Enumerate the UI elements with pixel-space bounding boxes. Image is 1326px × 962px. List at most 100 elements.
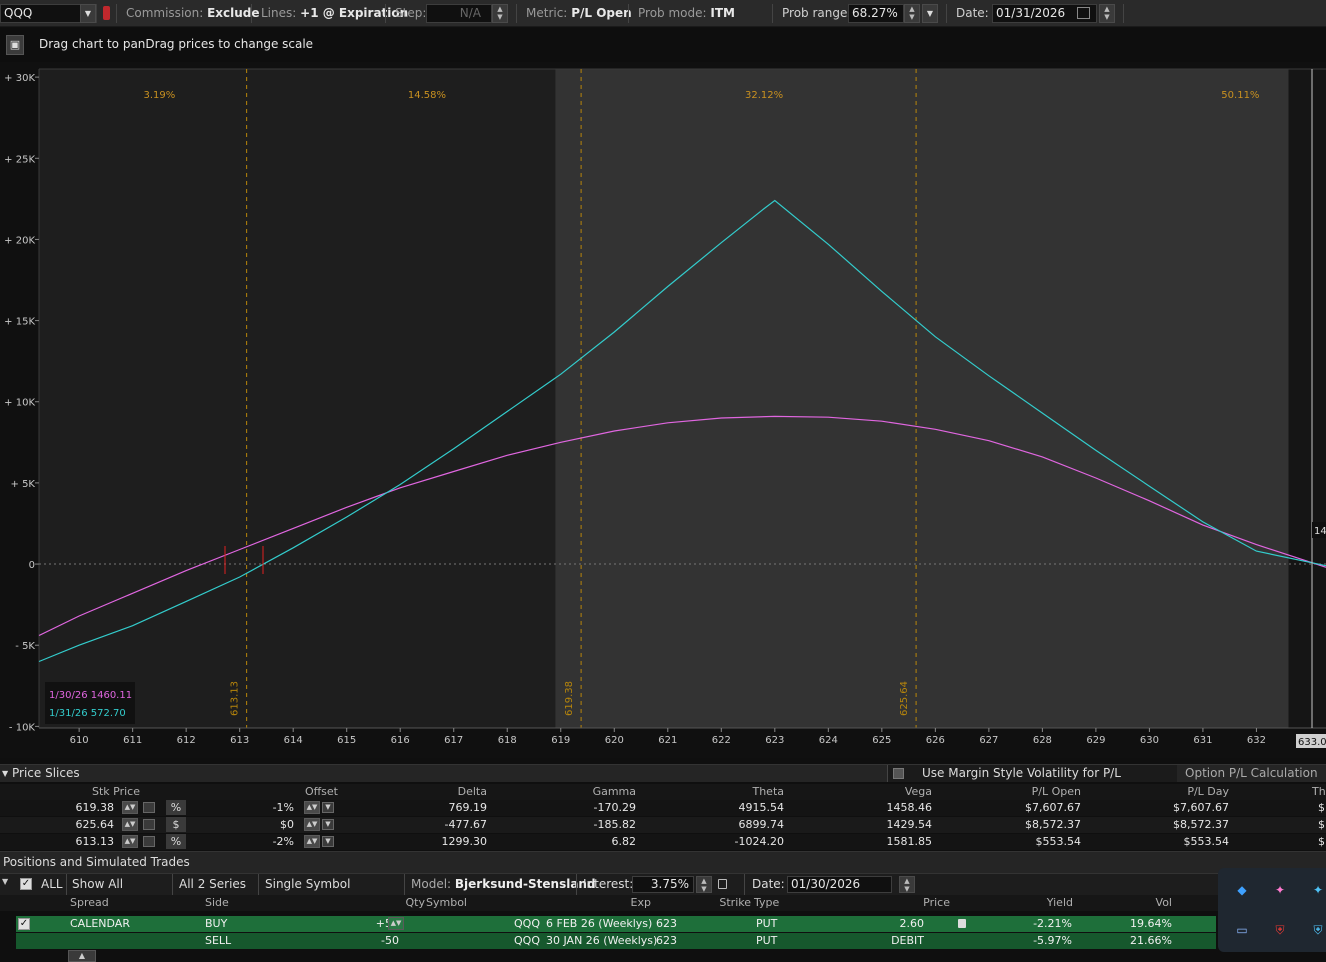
margin-checkbox[interactable] — [893, 768, 904, 779]
prob-range-input[interactable]: 68.27% — [848, 4, 904, 23]
offset-spinner[interactable]: ▲▼ — [304, 818, 320, 831]
model-setting[interactable]: Model: Bjerksund-Stensland — [404, 874, 596, 895]
positions-header-row: Spread Side Qty Symbol Exp Strike Type P… — [0, 895, 1326, 911]
collapse-icon[interactable]: ▼ — [2, 877, 8, 886]
security-shield-icon[interactable]: ⛨ — [1272, 922, 1288, 938]
positions-header[interactable]: Positions and Simulated Trades — [0, 851, 1326, 873]
lock-icon[interactable] — [143, 802, 155, 813]
position-leg-row[interactable]: CALENDARBUY+50QQQ6 FEB 26 (Weeklys)623PU… — [16, 916, 1216, 932]
price-cell: 2.60 — [899, 917, 925, 930]
y-tick-label: + 25K — [4, 154, 35, 165]
vega-cell: 1429.54 — [886, 818, 933, 831]
stock-price-spinner[interactable]: ▲▼ — [122, 801, 138, 814]
price-slices-title: Price Slices — [12, 766, 80, 780]
position-checkbox[interactable]: ✓ — [18, 918, 30, 930]
price-slices-header[interactable]: ▼ Price Slices Use Margin Style Volatili… — [0, 764, 1326, 797]
price-slices-header-row: Stk Price Offset Delta Gamma Theta Vega … — [0, 784, 1326, 800]
offset-dropdown[interactable]: ▼ — [322, 819, 334, 830]
x-tick-label: 620 — [605, 735, 624, 746]
x-tick-label: 625 — [872, 735, 891, 746]
prob-mode-setting[interactable]: Prob mode: ITM — [638, 0, 735, 27]
stock-price-cell: 619.38 — [75, 801, 115, 814]
copilot-icon[interactable]: ✦ — [1272, 882, 1288, 898]
stock-price-spinner[interactable]: ▲▼ — [122, 818, 138, 831]
symbol-dropdown-button[interactable]: ▼ — [80, 4, 96, 23]
offset-dropdown[interactable]: ▼ — [322, 802, 334, 813]
type-cell: PUT — [756, 917, 778, 930]
position-leg-row[interactable]: SELL -50 QQQ 30 JAN 26 (Weeklys) 623 PUT DEBIT… — [16, 933, 1216, 949]
y-tick-label: 0 — [29, 560, 35, 571]
risk-profile-chart[interactable]: 3.19% 14.58% 32.12% 50.11% 613.13 619.38 625.… — [0, 62, 1326, 758]
offset-spinner[interactable]: ▲▼ — [304, 801, 320, 814]
offset-mode-button[interactable]: % — [166, 800, 186, 815]
calendar-icon[interactable] — [1077, 7, 1090, 19]
chart-hint: Drag chart to panDrag prices to change s… — [39, 37, 314, 51]
app-icon-blue[interactable]: ◆ — [1234, 882, 1250, 898]
gamma-cell: 6.82 — [611, 835, 637, 848]
positions-date-input[interactable]: 01/30/2026 — [787, 876, 892, 893]
commission-setting[interactable]: Commission: Exclude — [126, 0, 260, 27]
metric-setting[interactable]: Metric: P/L Open — [526, 0, 632, 27]
interest-label: Interest: — [576, 874, 633, 895]
interest-spinner[interactable]: ▲ ▼ — [696, 876, 712, 893]
x-tick-label: 611 — [123, 735, 142, 746]
lock-icon[interactable] — [143, 819, 155, 830]
offset-spinner[interactable]: ▲▼ — [304, 835, 320, 848]
price-slice-row[interactable]: 613.13% -2% 1299.30 6.82 -1024.20 1581.85 $553… — [0, 834, 1326, 850]
delta-cell: 769.19 — [448, 801, 488, 814]
offset-mode-button[interactable]: % — [166, 834, 186, 849]
select-all-checkbox[interactable]: ✓ — [20, 878, 32, 890]
lock-icon[interactable] — [718, 879, 727, 889]
price-slice-row[interactable]: 619.38% -1% 769.19 -170.29 4915.54 1458.46 $7,… — [0, 800, 1326, 816]
step-input[interactable]: N/A — [426, 4, 492, 23]
expiration-cell: 30 JAN 26 (Weeklys) — [546, 934, 658, 947]
lines-setting[interactable]: Lines: +1 @ Expiration — [261, 0, 408, 27]
series-readout: 1/31/26 572.70 — [49, 708, 126, 719]
x-tick-label: 617 — [444, 735, 463, 746]
prob-range-spinner[interactable]: ▲ ▼ — [904, 4, 920, 23]
offset-cell: -2% — [272, 835, 294, 848]
collapse-icon[interactable]: ▼ — [2, 765, 8, 782]
offset-dropdown[interactable]: ▼ — [322, 836, 334, 847]
x-tick-label: 622 — [712, 735, 731, 746]
defender-icon[interactable]: ⛨ — [1310, 922, 1326, 938]
zone-probability-label: 14.58% — [408, 90, 446, 101]
prob-range-dropdown[interactable]: ▼ — [922, 4, 938, 23]
price-slice-label: 613.13 — [230, 681, 241, 716]
price-slice-row[interactable]: 625.64 $ $0 -477.67 -185.82 6899.74 1429.54 $8,… — [0, 817, 1326, 833]
y-tick-label: + 10K — [4, 398, 35, 409]
x-tick-label: 629 — [1086, 735, 1105, 746]
lock-icon[interactable] — [143, 836, 155, 847]
series-readout: 1/30/26 1460.11 — [49, 690, 132, 701]
x-tick-label: 618 — [498, 735, 517, 746]
divider — [772, 4, 773, 23]
y-tick-label: + 20K — [4, 235, 35, 246]
price-lock-icon[interactable] — [958, 919, 966, 928]
model-value: Bjerksund-Stensland — [454, 877, 596, 891]
app-icon-window[interactable]: ▭ — [1234, 922, 1250, 938]
y-tick-label: - 10K — [9, 722, 36, 733]
step-spinner[interactable]: ▲ ▼ — [492, 4, 508, 23]
scroll-up-button[interactable]: ▲ — [68, 950, 96, 962]
series-dropdown[interactable]: All 2 Series — [172, 874, 256, 895]
positions-filter-bar: ▼ ✓ ALL Show All All 2 Series Single Sym… — [0, 873, 1326, 895]
metric-value: P/L Open — [571, 6, 632, 20]
margin-volatility-toggle[interactable]: Use Margin Style Volatility for P/L Calc… — [887, 765, 1177, 797]
app-icon-extra[interactable]: ✦ — [1310, 882, 1326, 898]
theta-dollar-cell: $ — [1318, 818, 1325, 831]
symbol-mode-dropdown[interactable]: Single Symbol — [258, 874, 398, 895]
positions-date-label: Date: — [744, 874, 785, 895]
interest-input[interactable]: 3.75% — [632, 876, 694, 893]
show-all-dropdown[interactable]: Show All — [66, 874, 168, 895]
qty-spinner[interactable]: ▲▼ — [388, 917, 404, 930]
date-spinner[interactable]: ▲ ▼ — [1099, 4, 1115, 23]
positions-date-spinner[interactable]: ▲ ▼ — [899, 876, 915, 893]
zone-probability-label: 3.19% — [144, 90, 176, 101]
stock-price-spinner[interactable]: ▲▼ — [122, 835, 138, 848]
chart-header: ▣ Drag chart to panDrag prices to change… — [0, 28, 1326, 62]
divider — [628, 4, 629, 23]
alert-flag-icon[interactable] — [103, 6, 110, 20]
chart-image-icon[interactable]: ▣ — [6, 35, 24, 55]
offset-mode-button[interactable]: $ — [166, 817, 186, 832]
divider — [1123, 4, 1124, 23]
